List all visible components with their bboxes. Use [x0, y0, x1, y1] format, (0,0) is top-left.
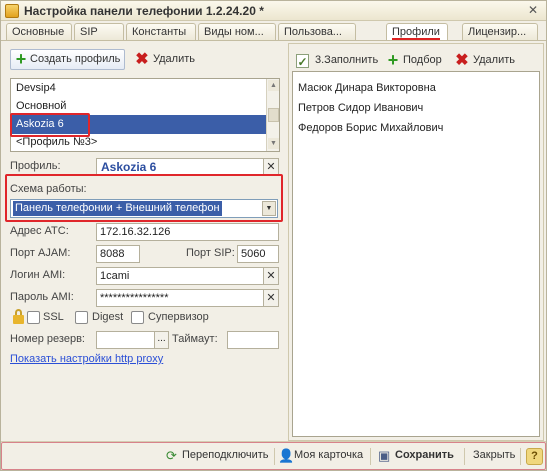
clear-icon[interactable]: ✕: [263, 289, 279, 307]
window-title: Настройка панели телефонии 1.2.24.20 *: [24, 4, 264, 18]
settings-window: Настройка панели телефонии 1.2.24.20 * ✕…: [0, 0, 547, 471]
delete-x-icon: ✖: [455, 52, 469, 69]
list-item[interactable]: <Профиль №3>: [12, 133, 266, 151]
dropdown-arrow-icon[interactable]: ▼: [262, 201, 276, 216]
delete-profile-button[interactable]: ✖ Удалить: [131, 49, 201, 70]
list-item-selected[interactable]: Askozia 6: [12, 115, 266, 134]
scroll-thumb[interactable]: [268, 108, 279, 122]
profile-list[interactable]: Devsip4 Основной Askozia 6 <Профиль №3> …: [10, 78, 280, 152]
tab-users[interactable]: Пользова...: [278, 23, 356, 41]
plus-icon: +: [15, 49, 27, 69]
users-panel: ✓ 3.Заполнить + Подбор ✖ Удалить Масюк Д…: [288, 43, 544, 441]
tab-label: Профили: [392, 26, 440, 40]
button-label: Удалить: [153, 53, 195, 65]
footer-separator: [274, 448, 275, 465]
button-label: Создать профиль: [30, 53, 121, 65]
tab-label: Виды ном...: [204, 26, 264, 38]
list-item[interactable]: Devsip4: [12, 79, 266, 98]
tab-label: Основные: [12, 26, 65, 38]
button-label: Подбор: [403, 54, 442, 66]
tab-divider: [1, 40, 546, 41]
reconnect-button[interactable]: Переподключить: [182, 449, 269, 461]
footer-bar: ⟳ Переподключить 👤 Моя карточка ▣ Сохран…: [1, 442, 546, 470]
clear-icon[interactable]: ✕: [263, 158, 279, 176]
reserve-number-field[interactable]: [96, 331, 155, 349]
profile-label: Профиль:: [10, 160, 61, 172]
pbx-address-field[interactable]: 172.16.32.126: [96, 223, 279, 241]
footer-separator: [520, 448, 521, 465]
tab-label: Константы: [132, 26, 187, 38]
ami-password-label: Пароль AMI:: [10, 291, 74, 303]
select-reserve-button[interactable]: ...: [154, 331, 169, 349]
delete-x-icon: ✖: [135, 51, 149, 68]
title-bar: Настройка панели телефонии 1.2.24.20 * ✕: [1, 1, 546, 21]
ami-login-field[interactable]: 1cami: [96, 267, 264, 285]
tab-main[interactable]: Основные: [6, 23, 72, 41]
user-card-icon: 👤: [278, 448, 295, 463]
lock-icon: [13, 309, 24, 324]
save-disk-icon: ▣: [378, 448, 391, 463]
tab-profiles[interactable]: Профили: [386, 23, 448, 41]
list-item[interactable]: Масюк Динара Викторовна: [298, 82, 436, 94]
tab-label: Пользова...: [284, 26, 342, 38]
button-label: 3.Заполнить: [315, 54, 379, 66]
help-icon[interactable]: ?: [526, 448, 543, 465]
footer-separator: [370, 448, 371, 465]
list-item[interactable]: Федоров Борис Михайлович: [298, 122, 443, 134]
my-card-button[interactable]: Моя карточка: [294, 449, 363, 461]
reserve-number-label: Номер резерв:: [10, 333, 85, 345]
button-label: Удалить: [473, 54, 515, 66]
save-button[interactable]: Сохранить: [395, 449, 454, 461]
close-button[interactable]: Закрыть: [473, 449, 515, 461]
list-scrollbar[interactable]: ▲ ▼: [266, 79, 279, 151]
tab-label: SIP: [80, 26, 98, 38]
ssl-checkbox[interactable]: [27, 311, 40, 324]
tab-licensing[interactable]: Лицензир...: [462, 23, 538, 41]
delete-user-button[interactable]: ✖ Удалить: [451, 50, 521, 71]
fill-checklist-icon: ✓: [296, 54, 309, 69]
tab-strip: Основные SIP Константы Виды ном... Польз…: [4, 23, 544, 41]
proxy-settings-link[interactable]: Показать настройки http proxy: [10, 353, 163, 365]
digest-label: Digest: [92, 311, 124, 323]
profile-panel: + Создать профиль ✖ Удалить Devsip4 Осно…: [4, 43, 285, 441]
ssl-label: SSL: [43, 311, 64, 323]
ami-login-label: Логин AMI:: [10, 269, 66, 281]
timeout-field[interactable]: [227, 331, 279, 349]
clear-icon[interactable]: ✕: [263, 267, 279, 285]
plus-icon: +: [387, 50, 399, 70]
sip-port-field[interactable]: 5060: [237, 245, 279, 263]
footer-separator: [464, 448, 465, 465]
scheme-value: Панель телефонии + Внешний телефон: [13, 201, 222, 216]
tab-label: Лицензир...: [468, 26, 527, 38]
digest-checkbox[interactable]: [75, 311, 88, 324]
tab-sip[interactable]: SIP: [74, 23, 124, 41]
create-profile-button[interactable]: + Создать профиль: [10, 49, 125, 70]
scroll-up-icon[interactable]: ▲: [268, 80, 279, 91]
list-item[interactable]: Основной: [12, 97, 266, 116]
app-icon: [5, 4, 19, 18]
sip-port-label: Порт SIP:: [186, 247, 235, 259]
list-item[interactable]: Петров Сидор Иванович: [298, 102, 423, 114]
timeout-label: Таймаут:: [172, 333, 218, 345]
close-icon[interactable]: ✕: [525, 3, 541, 19]
user-list[interactable]: Масюк Динара Викторовна Петров Сидор Ива…: [292, 71, 540, 437]
profile-name-field[interactable]: Askozia 6: [96, 158, 264, 176]
pbx-address-label: Адрес АТС:: [10, 225, 69, 237]
scheme-label: Схема работы:: [10, 183, 87, 195]
ami-password-field[interactable]: ****************: [96, 289, 264, 307]
ajam-port-field[interactable]: 8088: [96, 245, 140, 263]
tab-constants[interactable]: Константы: [126, 23, 196, 41]
reconnect-icon: ⟳: [166, 448, 177, 463]
scroll-down-icon[interactable]: ▼: [268, 138, 279, 149]
supervisor-label: Супервизор: [148, 311, 209, 323]
pick-button[interactable]: + Подбор: [382, 50, 446, 71]
ajam-port-label: Порт AJAM:: [10, 247, 71, 259]
fill-button[interactable]: ✓ 3.Заполнить: [293, 50, 379, 71]
scheme-select[interactable]: Панель телефонии + Внешний телефон ▼: [10, 199, 278, 218]
tab-number-types[interactable]: Виды ном...: [198, 23, 276, 41]
supervisor-checkbox[interactable]: [131, 311, 144, 324]
